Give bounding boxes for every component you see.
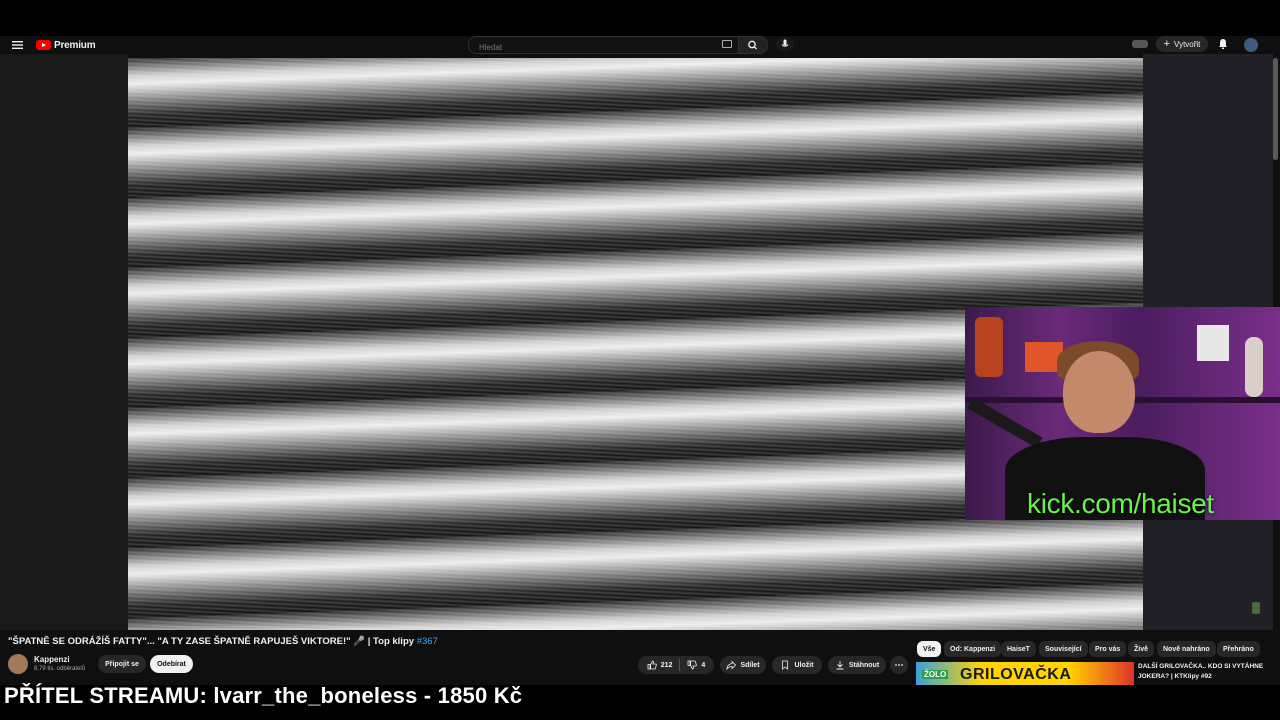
webcam-picture-frame — [1197, 325, 1229, 361]
account-avatar[interactable] — [1244, 38, 1258, 52]
webcam-overlay: kick.com/haiset — [965, 307, 1280, 520]
kick-url-label: kick.com/haiset — [1027, 488, 1214, 519]
chip-related[interactable]: Související — [1039, 641, 1088, 657]
cast-icon[interactable] — [1132, 40, 1148, 48]
search-input[interactable] — [477, 42, 711, 53]
episode-hashtag-link[interactable]: #367 — [417, 636, 438, 647]
share-icon — [726, 660, 737, 670]
share-button[interactable]: Sdílet — [720, 656, 766, 674]
youtube-logo[interactable]: Premium — [36, 38, 96, 52]
more-actions-button[interactable] — [890, 656, 908, 674]
mic-icon — [781, 39, 789, 47]
share-label: Sdílet — [740, 661, 760, 669]
save-button[interactable]: Uložit — [772, 656, 822, 674]
webcam-figure — [975, 317, 1003, 377]
webcam-skeleton-figure — [1245, 337, 1263, 397]
bell-icon[interactable] — [1218, 38, 1228, 50]
thumbnail-text: GRILOVAČKA — [960, 666, 1072, 683]
player-side-left — [0, 54, 128, 630]
keyboard-icon[interactable] — [722, 40, 732, 48]
dislike-count[interactable]: 4 — [701, 662, 705, 669]
channel-name[interactable]: Kappenzi — [34, 655, 70, 664]
webcam-person-head — [1063, 351, 1135, 433]
stream-overlay-text: PŘÍTEL STREAMU: lvarr_the_boneless - 185… — [4, 683, 523, 708]
thumbs-down-icon[interactable] — [687, 660, 698, 670]
menu-icon[interactable] — [12, 40, 23, 50]
voice-search-button[interactable] — [776, 36, 794, 52]
download-label: Stáhnout — [848, 661, 880, 669]
logo-text: Premium — [54, 39, 96, 51]
plus-icon: + — [1163, 37, 1171, 50]
subscribe-button[interactable]: Odebírat — [150, 655, 193, 673]
video-title-text: "ŠPATNĚ SE ODRÁŽÍŠ FATTY"... "A TY ZASE … — [8, 636, 417, 647]
search-box[interactable] — [468, 36, 739, 54]
subscriber-count: 8,79 tis. odběratelů — [34, 666, 86, 672]
search-icon — [748, 40, 758, 50]
top-black-band — [0, 0, 1280, 40]
channel-avatar[interactable] — [8, 654, 28, 674]
download-icon — [836, 661, 844, 670]
like-dislike-group: 212 4 — [638, 656, 714, 674]
chip-live[interactable]: Živě — [1128, 641, 1155, 657]
chip-for-you[interactable]: Pro vás — [1089, 641, 1127, 657]
more-horizontal-icon — [895, 664, 903, 666]
create-button[interactable]: + Vytvořit — [1156, 36, 1208, 52]
video-title: "ŠPATNĚ SE ODRÁŽÍŠ FATTY"... "A TY ZASE … — [8, 636, 438, 647]
thumbnail-badge: ŽOLO — [922, 670, 949, 679]
like-count[interactable]: 212 — [661, 662, 673, 669]
bookmark-icon — [782, 660, 789, 670]
chip-watched[interactable]: Přehráno — [1217, 641, 1260, 657]
page-scrollbar[interactable] — [1273, 58, 1278, 160]
search-button[interactable] — [738, 36, 768, 54]
chip-haiset[interactable]: HaiseT — [1001, 641, 1036, 657]
like-divider — [679, 659, 681, 671]
player-corner-icon — [1252, 602, 1260, 614]
youtube-logo-icon — [36, 40, 51, 50]
recommended-video-title[interactable]: DALŠÍ GRILOVAČKA.. KDO SI VYTÁHNE JOKERA… — [1138, 662, 1274, 682]
chip-all[interactable]: Vše — [917, 641, 942, 657]
save-label: Uložit — [794, 661, 814, 669]
chip-from-channel[interactable]: Od: Kappenzi — [944, 641, 1002, 657]
chip-recently-uploaded[interactable]: Nově nahráno — [1157, 641, 1216, 657]
create-label: Vytvořit — [1174, 39, 1201, 49]
join-button[interactable]: Připojit se — [98, 655, 146, 673]
download-button[interactable]: Stáhnout — [828, 656, 886, 674]
thumbs-up-icon[interactable] — [647, 660, 657, 670]
